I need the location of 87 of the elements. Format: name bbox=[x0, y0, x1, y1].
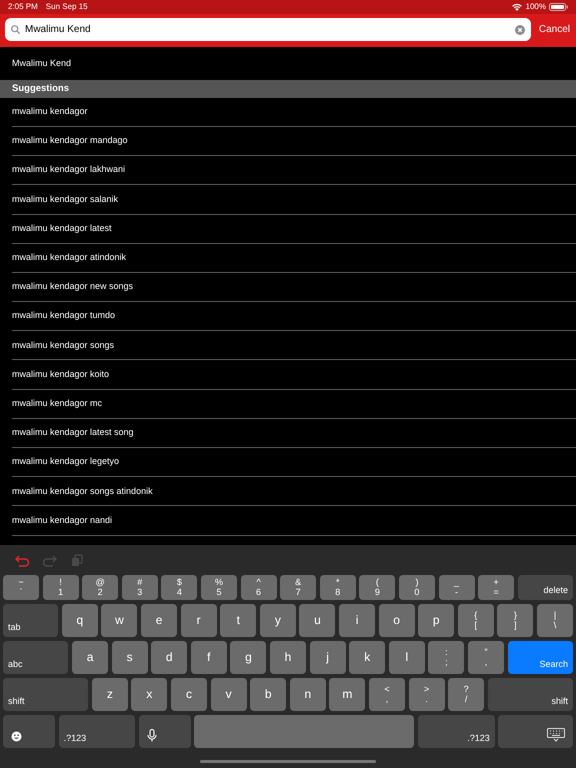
key[interactable]: _ - bbox=[438, 575, 475, 600]
key[interactable]: @ 2 bbox=[82, 575, 118, 600]
key[interactable]: * 8 bbox=[320, 575, 356, 600]
key[interactable]: .?123 bbox=[418, 715, 495, 748]
key[interactable]: w bbox=[101, 604, 138, 637]
key[interactable]: h bbox=[270, 641, 306, 674]
microphone-icon bbox=[146, 729, 157, 742]
key[interactable]: i bbox=[339, 604, 376, 637]
cancel-button[interactable]: Cancel bbox=[538, 22, 570, 37]
key[interactable]: b bbox=[250, 678, 286, 711]
key[interactable]: ! 1 bbox=[42, 575, 79, 600]
key[interactable]: { [ bbox=[458, 604, 494, 637]
key[interactable]: m bbox=[329, 678, 366, 711]
clear-icon[interactable] bbox=[514, 24, 525, 34]
key[interactable]: tab bbox=[3, 604, 58, 637]
key[interactable]: n bbox=[290, 678, 326, 711]
undo-icon[interactable] bbox=[15, 554, 29, 566]
key[interactable]: shift bbox=[488, 678, 573, 711]
key[interactable]: x bbox=[131, 678, 168, 711]
key[interactable]: ^ 6 bbox=[240, 575, 277, 600]
key[interactable]: delete bbox=[518, 575, 573, 600]
status-time: 2:05 PM bbox=[8, 1, 38, 13]
search-key[interactable]: Search bbox=[508, 641, 573, 674]
battery-percent: 100% bbox=[526, 1, 546, 13]
battery-icon bbox=[549, 3, 568, 11]
suggestion-item[interactable]: mwalimu kendagor atindonik bbox=[12, 244, 576, 273]
status-date: Sun Sep 15 bbox=[46, 1, 88, 13]
key[interactable]: c bbox=[171, 678, 208, 711]
key[interactable]: v bbox=[210, 678, 247, 711]
search-icon bbox=[11, 25, 20, 34]
suggestion-item[interactable]: mwalimu kendagor bbox=[12, 98, 576, 127]
key[interactable]: z bbox=[92, 678, 128, 711]
hide-keyboard-key[interactable] bbox=[498, 715, 573, 748]
key[interactable]: y bbox=[260, 604, 296, 637]
dictation-key[interactable] bbox=[138, 715, 191, 748]
key[interactable]: d bbox=[151, 641, 188, 674]
key[interactable]: q bbox=[62, 604, 98, 637]
key[interactable]: s bbox=[112, 641, 148, 674]
key[interactable]: ” , bbox=[468, 641, 504, 674]
key[interactable]: } ] bbox=[497, 604, 534, 637]
key[interactable]: ) 0 bbox=[398, 575, 435, 600]
suggestion-item[interactable]: mwalimu kendagor songs atindonik bbox=[12, 477, 576, 506]
key[interactable]: + = bbox=[478, 575, 514, 600]
emoji-key[interactable] bbox=[3, 715, 55, 748]
key[interactable]: shift bbox=[3, 678, 88, 711]
key[interactable]: o bbox=[378, 604, 415, 637]
key[interactable]: # 3 bbox=[122, 575, 158, 600]
key[interactable]: u bbox=[299, 604, 336, 637]
suggestion-item[interactable]: mwalimu kendagor nandi bbox=[12, 506, 576, 536]
key[interactable]: & 7 bbox=[280, 575, 316, 600]
suggestion-item[interactable]: mwalimu kendagor new songs bbox=[12, 272, 576, 302]
key[interactable]: < , bbox=[368, 678, 405, 711]
suggestion-item[interactable]: mwalimu kendagor legetyo bbox=[12, 448, 576, 478]
suggestion-item[interactable]: mwalimu kendagor latest bbox=[12, 214, 576, 244]
keyboard-hide-icon bbox=[547, 728, 565, 742]
suggestion-item[interactable]: mwalimu kendagor tumdo bbox=[12, 302, 576, 332]
suggestion-item[interactable]: mwalimu kendagor mandago bbox=[12, 126, 576, 156]
suggestion-item[interactable]: mwalimu kendagor mc bbox=[12, 390, 576, 419]
suggestion-item[interactable]: mwalimu kendagor salanik bbox=[12, 185, 576, 214]
key[interactable]: r bbox=[180, 604, 217, 637]
key[interactable]: k bbox=[349, 641, 386, 674]
emoji-icon bbox=[11, 731, 22, 742]
key[interactable]: ? / bbox=[448, 678, 484, 711]
suggestion-item[interactable]: mwalimu kendagor latest song bbox=[12, 418, 576, 448]
key[interactable]: : ; bbox=[428, 641, 464, 674]
key[interactable]: ~ ` bbox=[3, 575, 39, 600]
key[interactable]: t bbox=[220, 604, 256, 637]
key[interactable]: j bbox=[310, 641, 346, 674]
suggestion-item[interactable]: mwalimu kendagor songs bbox=[12, 331, 576, 360]
key[interactable]: e bbox=[141, 604, 178, 637]
suggestion-item[interactable]: mwalimu kendagor koito bbox=[12, 360, 576, 390]
key[interactable]: > . bbox=[408, 678, 445, 711]
key[interactable]: l bbox=[388, 641, 425, 674]
section-header: Suggestions bbox=[0, 80, 576, 98]
wifi-icon bbox=[512, 3, 522, 11]
key[interactable]: % 5 bbox=[200, 575, 237, 600]
key[interactable]: ( 9 bbox=[359, 575, 396, 600]
search-entry[interactable]: Mwalimu Kend bbox=[0, 47, 576, 80]
suggestion-item[interactable]: mwalimu kendagor lakhwani bbox=[12, 156, 576, 186]
key[interactable]: $ 4 bbox=[161, 575, 198, 600]
key[interactable]: f bbox=[190, 641, 227, 674]
key[interactable]: abc bbox=[3, 641, 68, 674]
key[interactable]: p bbox=[418, 604, 454, 637]
key[interactable]: g bbox=[230, 641, 266, 674]
key[interactable]: a bbox=[72, 641, 108, 674]
key[interactable]: | \ bbox=[537, 604, 573, 637]
key[interactable]: .?123 bbox=[58, 715, 136, 748]
